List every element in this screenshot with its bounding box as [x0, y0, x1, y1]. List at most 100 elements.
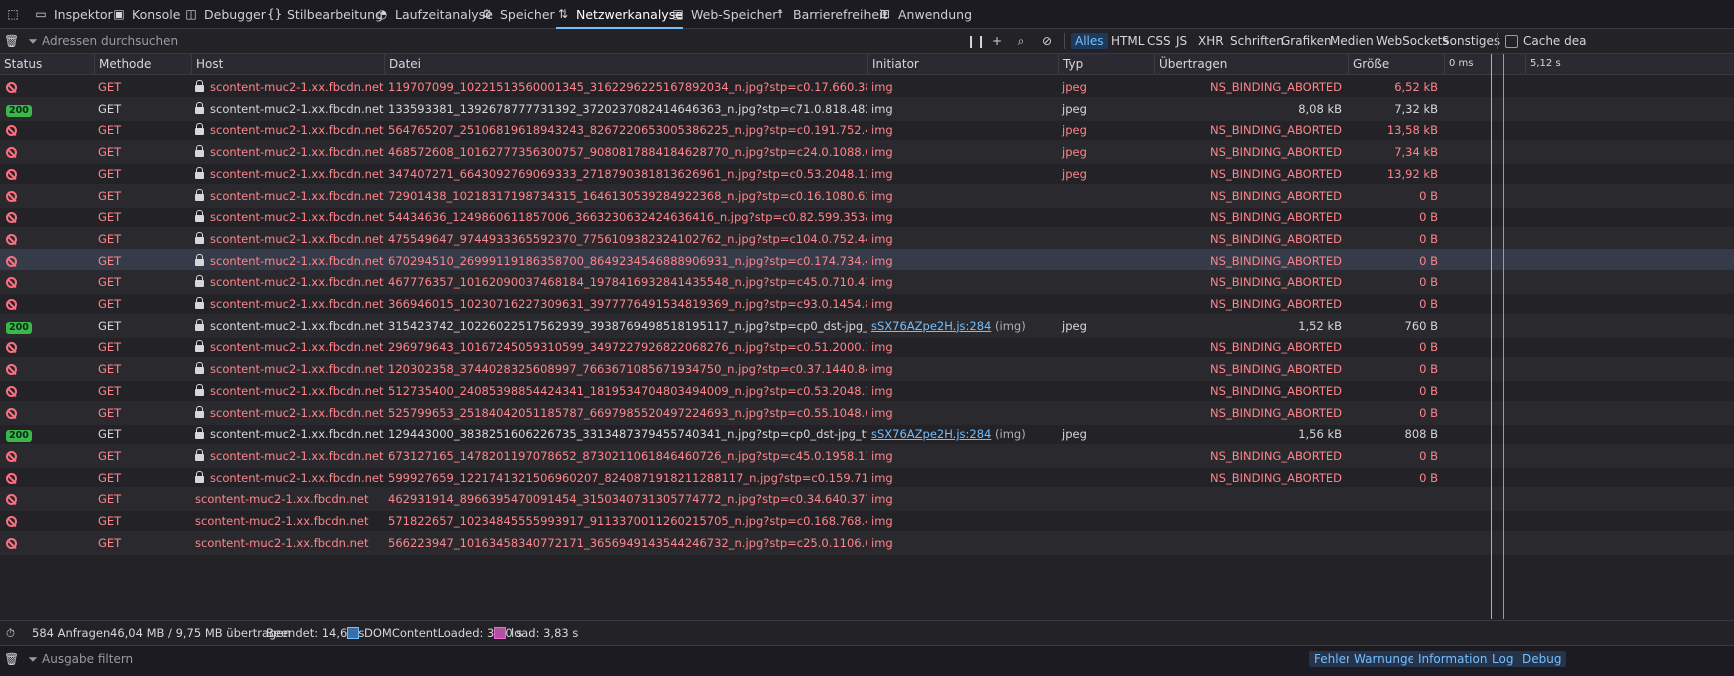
- type-filter-sonstiges[interactable]: Sonstiges: [1438, 29, 1504, 53]
- tab-label: Speicher: [500, 6, 555, 22]
- block-urls-button[interactable]: ⊘: [1040, 29, 1054, 53]
- file-cell: 468572608_10162777356300757_908081788418…: [388, 145, 867, 160]
- type-filter-alles[interactable]: Alles: [1071, 29, 1108, 53]
- method-cell: GET: [98, 145, 122, 160]
- request-row[interactable]: GET scontent-muc2-1.xx.fbcdn.net 599927659…: [0, 466, 1734, 490]
- request-row[interactable]: GET scontent-muc2-1.xx.fbcdn.net 468572608…: [0, 140, 1734, 165]
- host-cell: scontent-muc2-1.xx.fbcdn.net: [191, 422, 384, 446]
- file-cell: 120302358_3744028325608997_7663671085671…: [388, 362, 867, 377]
- tab-debugger[interactable]: ◫ Debugger: [184, 0, 266, 28]
- request-row[interactable]: GET scontent-muc2-1.xx.fbcdn.net 571822657…: [0, 509, 1734, 533]
- column-status[interactable]: Status: [0, 54, 94, 74]
- tab-speicher[interactable]: ⚙ Speicher: [480, 0, 555, 28]
- column-initiator[interactable]: Initiator: [867, 54, 1058, 74]
- request-row[interactable]: GET scontent-muc2-1.xx.fbcdn.net 72901438_…: [0, 183, 1734, 208]
- type-cell: [1058, 401, 1154, 425]
- type-cell: [1058, 335, 1154, 359]
- initiator-link[interactable]: sSX76AZpe2H.js:284: [871, 319, 991, 333]
- transferred-cell: NS_BINDING_ABORTED: [1210, 362, 1342, 377]
- lock-icon: [195, 80, 204, 92]
- blocked-icon: [6, 450, 17, 462]
- request-row[interactable]: GET scontent-muc2-1.xx.fbcdn.net 512735400…: [0, 379, 1734, 403]
- request-row[interactable]: GET scontent-muc2-1.xx.fbcdn.net 467776357…: [0, 270, 1734, 295]
- request-row[interactable]: GET scontent-muc2-1.xx.fbcdn.net 347407271…: [0, 162, 1734, 186]
- file-cell: 119707099_10221513560001345_316229622516…: [388, 80, 867, 94]
- tab-netzwerkanalyse[interactable]: ⇅ Netzwerkanalyse: [556, 0, 683, 29]
- type-filter-css[interactable]: CSS: [1143, 29, 1175, 53]
- tab-anwendung[interactable]: ⊞ Anwendung: [878, 0, 972, 28]
- type-filter-medien[interactable]: Medien: [1326, 29, 1378, 53]
- initiator-link[interactable]: sSX76AZpe2H.js:284: [871, 427, 991, 441]
- transferred-cell: NS_BINDING_ABORTED: [1210, 80, 1342, 94]
- file-cell: 673127165_1478201197078652_8730211061846…: [388, 448, 867, 463]
- initiator-cell: img: [871, 448, 893, 463]
- timeline-end-label: 5,12 s: [1525, 54, 1561, 74]
- initiator-cell: img: [871, 492, 893, 507]
- size-cell: 0 B: [1419, 362, 1438, 377]
- clear-button[interactable]: 🗑: [4, 29, 19, 53]
- console-filter-debug[interactable]: Debug: [1517, 650, 1567, 668]
- request-row[interactable]: 200 GET scontent-muc2-1.xx.fbcdn.net 315423…: [0, 313, 1734, 338]
- status-badge: 200: [6, 104, 32, 117]
- tab-label: Netzwerkanalyse: [576, 6, 683, 22]
- request-row[interactable]: GET scontent-muc2-1.xx.fbcdn.net 525799653…: [0, 400, 1734, 425]
- tab-laufzeitanalyse[interactable]: ◔ Laufzeitanalyse: [375, 0, 493, 28]
- tab-barrierefreiheit[interactable]: ☨ Barrierefreiheit: [773, 0, 888, 28]
- file-cell: 315423742_10226022517562939_393876949851…: [388, 318, 867, 333]
- search-button[interactable]: ⌕: [1014, 29, 1028, 53]
- initiator-cell: img: [871, 210, 893, 225]
- request-row[interactable]: GET scontent-muc2-1.xx.fbcdn.net 564765207…: [0, 118, 1734, 142]
- request-row[interactable]: 200 GET scontent-muc2-1.xx.fbcdn.net 133593…: [0, 96, 1734, 121]
- lock-icon: [195, 318, 204, 331]
- transferred-cell: [1154, 487, 1348, 511]
- request-row[interactable]: GET scontent-muc2-1.xx.fbcdn.net 670294510…: [0, 248, 1734, 273]
- request-row[interactable]: GET scontent-muc2-1.xx.fbcdn.net 475549647…: [0, 226, 1734, 251]
- type-filter-xhr[interactable]: XHR: [1194, 29, 1228, 53]
- column-method[interactable]: Methode: [94, 54, 191, 74]
- request-row[interactable]: GET scontent-muc2-1.xx.fbcdn.net 566223947…: [0, 530, 1734, 555]
- column-type[interactable]: Typ: [1058, 54, 1154, 74]
- request-row[interactable]: GET scontent-muc2-1.xx.fbcdn.net 119707099…: [0, 75, 1734, 99]
- type-cell: [1058, 270, 1154, 294]
- tab-label: Stilbearbeitung: [287, 6, 383, 22]
- request-row[interactable]: GET scontent-muc2-1.xx.fbcdn.net 462931914…: [0, 487, 1734, 512]
- split-console-bar: 🗑 ⏷ Ausgabe filtern Fehler Warnungen Inf…: [0, 645, 1734, 676]
- inspector-icon: ▭: [35, 7, 47, 21]
- method-cell: GET: [98, 188, 122, 203]
- request-row[interactable]: GET scontent-muc2-1.xx.fbcdn.net 296979643…: [0, 335, 1734, 359]
- request-row[interactable]: GET scontent-muc2-1.xx.fbcdn.net 366946015…: [0, 292, 1734, 316]
- disable-cache-checkbox[interactable]: Cache dea: [1505, 29, 1587, 53]
- column-file[interactable]: Datei: [384, 54, 867, 74]
- column-size[interactable]: Größe: [1348, 54, 1444, 74]
- lock-icon: [195, 383, 204, 396]
- status-badge: 200: [6, 321, 32, 334]
- element-picker-button[interactable]: ⬚: [6, 0, 20, 28]
- column-timeline[interactable]: 0 ms 5,12 s: [1444, 54, 1734, 74]
- request-row[interactable]: GET scontent-muc2-1.xx.fbcdn.net 120302358…: [0, 357, 1734, 382]
- type-filter-js[interactable]: JS: [1172, 29, 1191, 53]
- plus-icon: +: [991, 34, 1003, 48]
- console-filter-log[interactable]: Log: [1487, 650, 1519, 668]
- request-row[interactable]: 200 GET scontent-muc2-1.xx.fbcdn.net 129443…: [0, 422, 1734, 446]
- request-row[interactable]: GET scontent-muc2-1.xx.fbcdn.net 54434636_…: [0, 205, 1734, 229]
- tab-web-speicher[interactable]: ▤ Web-Speicher: [671, 0, 777, 28]
- transferred-cell: 8,08 kB: [1298, 101, 1342, 116]
- status-cell: [0, 227, 94, 251]
- tab-stilbearbeitung[interactable]: {} Stilbearbeitung: [267, 0, 383, 28]
- column-host[interactable]: Host: [191, 54, 384, 74]
- blocked-icon: [6, 147, 17, 159]
- console-filter-input[interactable]: ⏷ Ausgabe filtern: [26, 650, 1226, 668]
- file-cell: 571822657_10234845555993917_911337001126…: [388, 514, 867, 528]
- pause-button[interactable]: ❙❙: [966, 29, 986, 53]
- lock-icon: [195, 340, 204, 353]
- console-clear-button[interactable]: 🗑: [4, 650, 19, 668]
- load-time: load: 3,83 s: [494, 621, 578, 645]
- divider: [1064, 33, 1065, 49]
- tab-inspektor[interactable]: ▭ Inspektor: [34, 0, 112, 28]
- request-row[interactable]: GET scontent-muc2-1.xx.fbcdn.net 673127165…: [0, 443, 1734, 468]
- tab-konsole[interactable]: ▣ Konsole: [112, 0, 180, 28]
- column-transferred[interactable]: Übertragen: [1154, 54, 1348, 74]
- url-filter-input[interactable]: ⏷ Adressen durchsuchen: [26, 29, 946, 53]
- add-block-button[interactable]: +: [990, 29, 1004, 53]
- size-cell: 0 B: [1419, 231, 1438, 246]
